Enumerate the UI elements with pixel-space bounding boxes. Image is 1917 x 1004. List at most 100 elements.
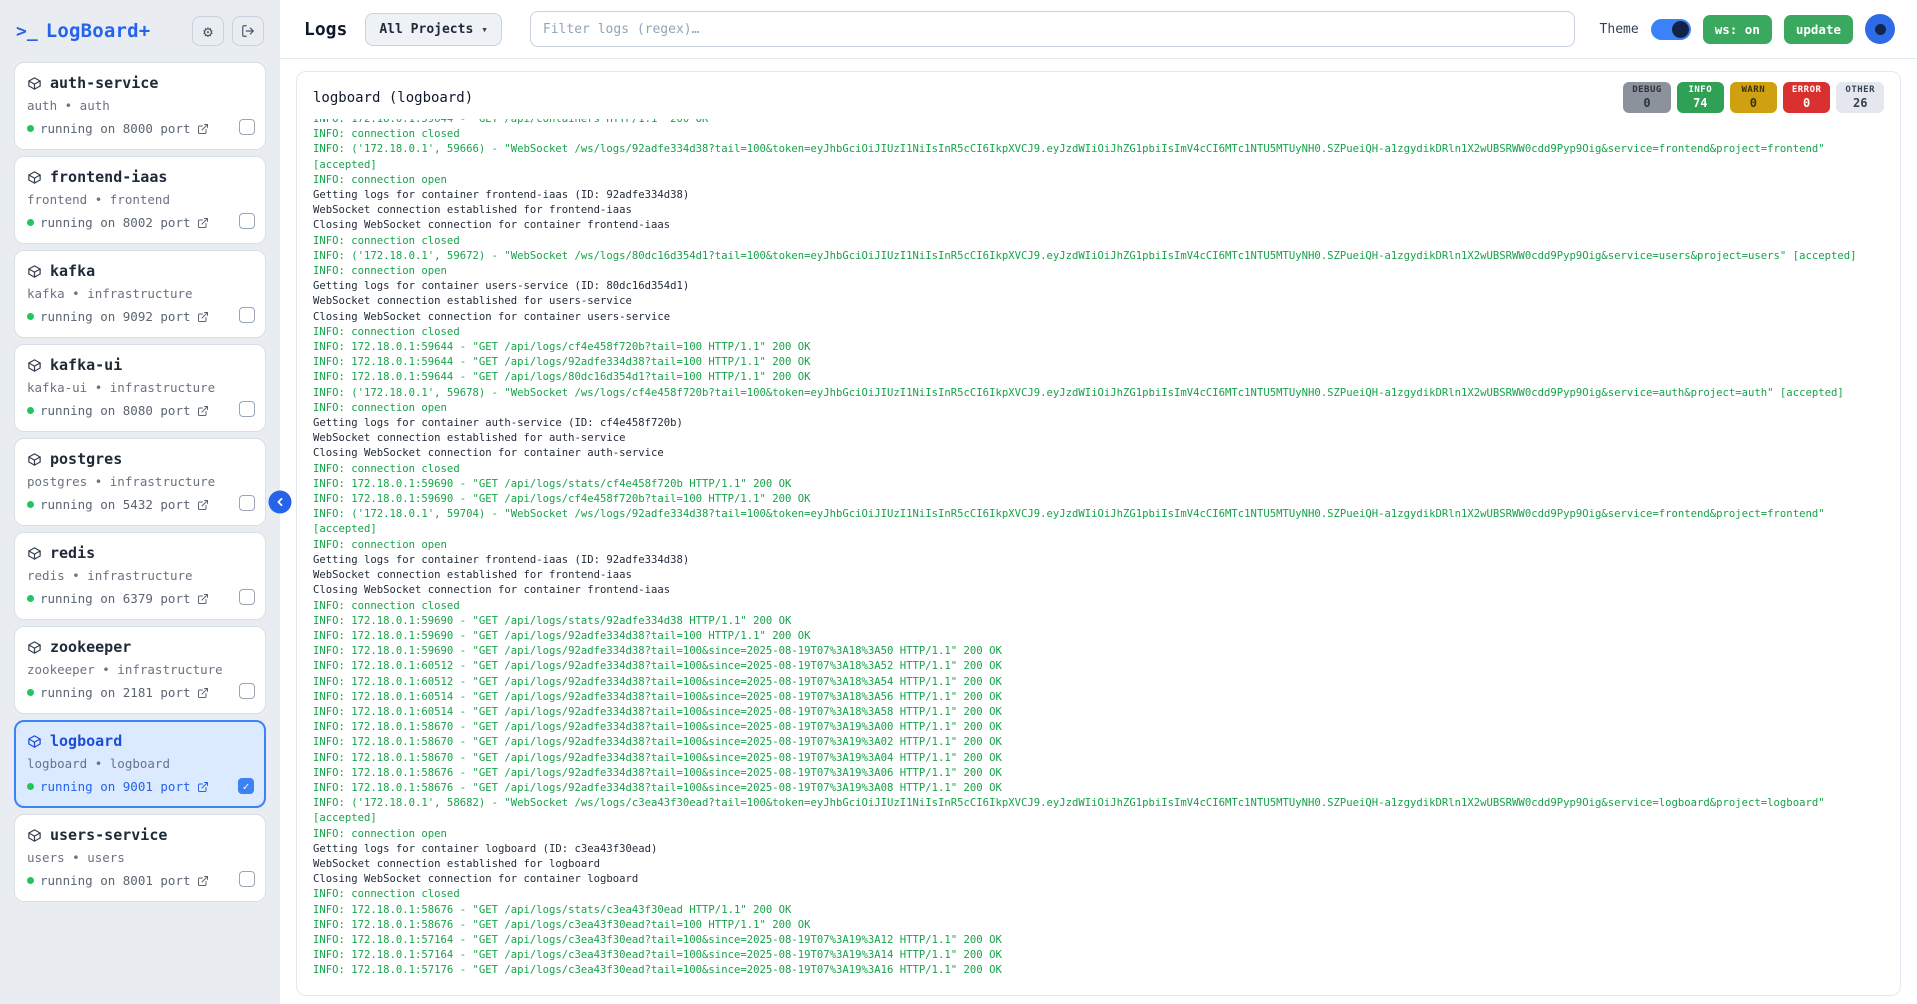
theme-toggle[interactable] xyxy=(1651,19,1691,40)
logout-button[interactable] xyxy=(232,16,264,46)
external-link-icon[interactable] xyxy=(197,593,209,605)
log-line: INFO: connection closed xyxy=(313,234,1884,249)
running-status-dot xyxy=(27,219,34,226)
log-line: INFO: ('172.18.0.1', 59672) - "WebSocket… xyxy=(313,249,1884,264)
service-card-logboard[interactable]: logboardlogboard • logboardrunning on 90… xyxy=(14,720,266,808)
service-card-frontend-iaas[interactable]: frontend-iaas frontend • frontend running … xyxy=(14,156,266,244)
log-line: INFO: connection closed xyxy=(313,325,1884,340)
log-level-badges: DEBUG0INFO74WARN0ERROR0OTHER26 xyxy=(1623,82,1884,113)
service-checkbox[interactable] xyxy=(239,589,255,605)
package-icon xyxy=(27,452,42,467)
settings-button[interactable]: ⚙ xyxy=(192,16,224,46)
service-checkbox[interactable] xyxy=(239,871,255,887)
log-line: Getting logs for container frontend-iaas… xyxy=(313,188,1884,203)
sidebar: >_ LogBoard+ ⚙ auth-serviceauth • authru… xyxy=(0,0,280,1004)
service-name: kafka xyxy=(27,262,253,280)
service-status: running on 8000 port xyxy=(27,121,253,136)
service-name: users-service xyxy=(27,826,253,844)
service-status: running on 6379 port xyxy=(27,591,253,606)
external-link-icon[interactable] xyxy=(197,123,209,135)
log-line: Closing WebSocket connection for contain… xyxy=(313,583,1884,598)
user-icon xyxy=(1875,24,1886,35)
sidebar-collapse-button[interactable] xyxy=(269,491,292,514)
update-button[interactable]: update xyxy=(1784,15,1853,44)
service-card-kafka-ui[interactable]: kafka-uikafka-ui • infrastructurerunning… xyxy=(14,344,266,432)
service-card-redis[interactable]: redisredis • infrastructurerunning on 63… xyxy=(14,532,266,620)
running-status-dot xyxy=(27,595,34,602)
service-meta: postgres • infrastructure xyxy=(27,474,253,489)
chevron-left-icon xyxy=(274,496,287,509)
service-name: auth-service xyxy=(27,74,253,92)
external-link-icon[interactable] xyxy=(197,217,209,229)
service-status: running on 8002 port xyxy=(27,215,253,230)
theme-label: Theme xyxy=(1600,22,1639,37)
log-line: Getting logs for container users-service… xyxy=(313,279,1884,294)
service-card-users-service[interactable]: users-serviceusers • usersrunning on 800… xyxy=(14,814,266,902)
external-link-icon[interactable] xyxy=(197,499,209,511)
page-title: Logs xyxy=(304,19,347,40)
service-meta: redis • infrastructure xyxy=(27,568,253,583)
log-line: WebSocket connection established for log… xyxy=(313,857,1884,872)
log-panel: logboard (logboard) DEBUG0INFO74WARN0ERR… xyxy=(296,71,1901,996)
websocket-status-button[interactable]: ws: on xyxy=(1703,15,1772,44)
service-name: logboard xyxy=(27,732,253,750)
service-checkbox[interactable] xyxy=(239,495,255,511)
service-checkbox[interactable] xyxy=(239,307,255,323)
service-meta: users • users xyxy=(27,850,253,865)
log-line: Closing WebSocket connection for contain… xyxy=(313,218,1884,233)
service-status: running on 8080 port xyxy=(27,403,253,418)
log-line: Closing WebSocket connection for contain… xyxy=(313,872,1884,887)
external-link-icon[interactable] xyxy=(197,311,209,323)
log-line: INFO: 172.18.0.1:58676 - "GET /api/logs/… xyxy=(313,781,1884,796)
service-checkbox[interactable] xyxy=(239,683,255,699)
service-checkbox[interactable] xyxy=(239,119,255,135)
log-line: INFO: 172.18.0.1:59690 - "GET /api/logs/… xyxy=(313,477,1884,492)
package-icon xyxy=(27,640,42,655)
service-meta: frontend • frontend xyxy=(27,192,253,207)
log-line: INFO: ('172.18.0.1', 59704) - "WebSocket… xyxy=(313,507,1884,537)
service-name: frontend-iaas xyxy=(27,168,253,186)
service-checkbox[interactable]: ✓ xyxy=(238,778,254,794)
external-link-icon[interactable] xyxy=(197,781,209,793)
main-area: Logs All Projects ▾ Theme ws: on update … xyxy=(280,0,1917,1004)
service-status: running on 9092 port xyxy=(27,309,253,324)
log-line: INFO: 172.18.0.1:59690 - "GET /api/logs/… xyxy=(313,644,1884,659)
package-icon xyxy=(27,264,42,279)
app-title: LogBoard+ xyxy=(46,20,151,42)
log-line: INFO: 172.18.0.1:57176 - "GET /api/logs/… xyxy=(313,963,1884,978)
service-list: auth-serviceauth • authrunning on 8000 p… xyxy=(14,62,266,902)
log-line: INFO: 172.18.0.1:59644 - "GET /api/logs/… xyxy=(313,370,1884,385)
external-link-icon[interactable] xyxy=(197,687,209,699)
service-card-auth-service[interactable]: auth-serviceauth • authrunning on 8000 p… xyxy=(14,62,266,150)
log-line: INFO: connection open xyxy=(313,264,1884,279)
service-status: running on 5432 port xyxy=(27,497,253,512)
log-output[interactable]: INFO: 172.18.0.1:59644 - "GET /api/conta… xyxy=(297,119,1900,995)
service-card-zookeeper[interactable]: zookeeperzookeeper • infrastructurerunni… xyxy=(14,626,266,714)
service-checkbox[interactable] xyxy=(239,401,255,417)
log-line: INFO: 172.18.0.1:60514 - "GET /api/logs/… xyxy=(313,705,1884,720)
user-menu-button[interactable] xyxy=(1865,14,1895,44)
log-line: INFO: ('172.18.0.1', 59666) - "WebSocket… xyxy=(313,142,1884,172)
service-name: postgres xyxy=(27,450,253,468)
external-link-icon[interactable] xyxy=(197,875,209,887)
log-filter-input[interactable] xyxy=(530,11,1575,47)
log-line: INFO: connection open xyxy=(313,173,1884,188)
project-filter-dropdown[interactable]: All Projects ▾ xyxy=(365,13,502,46)
log-panel-header: logboard (logboard) DEBUG0INFO74WARN0ERR… xyxy=(297,72,1900,119)
service-checkbox[interactable] xyxy=(239,213,255,229)
log-line: Closing WebSocket connection for contain… xyxy=(313,446,1884,461)
log-line: Getting logs for container frontend-iaas… xyxy=(313,553,1884,568)
terminal-prompt-icon: >_ xyxy=(16,21,38,42)
badge-debug: DEBUG0 xyxy=(1623,82,1671,113)
service-card-kafka[interactable]: kafkakafka • infrastructurerunning on 90… xyxy=(14,250,266,338)
badge-warn: WARN0 xyxy=(1730,82,1777,113)
external-link-icon[interactable] xyxy=(197,405,209,417)
log-line: WebSocket connection established for aut… xyxy=(313,431,1884,446)
running-status-dot xyxy=(27,407,34,414)
log-line: INFO: connection closed xyxy=(313,127,1884,142)
package-icon xyxy=(27,546,42,561)
log-line: INFO: ('172.18.0.1', 59678) - "WebSocket… xyxy=(313,386,1884,401)
package-icon xyxy=(27,828,42,843)
service-card-postgres[interactable]: postgres postgres • infrastructure running… xyxy=(14,438,266,526)
package-icon xyxy=(27,734,42,749)
